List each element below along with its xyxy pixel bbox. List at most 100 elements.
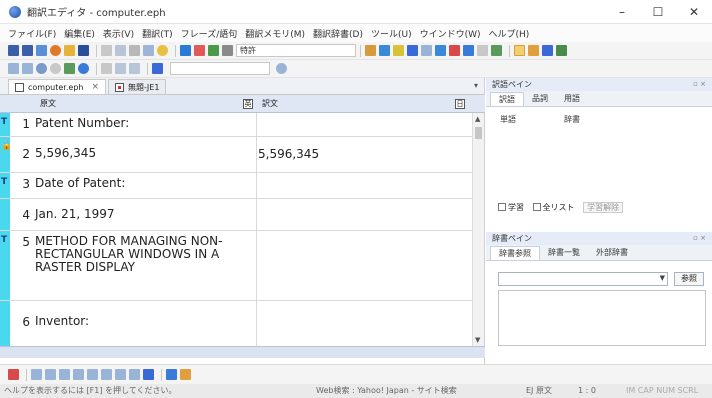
menu-file[interactable]: ファイル(F) xyxy=(8,27,56,40)
page-icon[interactable] xyxy=(101,63,112,74)
menu-tools[interactable]: ツール(U) xyxy=(371,27,412,40)
tab-terms[interactable]: 用語 xyxy=(556,92,588,106)
dictionary-search-combo[interactable]: ▼ xyxy=(498,272,668,286)
source-cell[interactable]: 5,596,345 xyxy=(35,137,257,172)
memory-icon[interactable] xyxy=(407,45,418,56)
segment-icon[interactable] xyxy=(87,369,98,380)
source-cell[interactable]: Inventor: xyxy=(35,301,257,346)
font-combo[interactable] xyxy=(170,62,270,75)
translate-selection-icon[interactable] xyxy=(194,45,205,56)
target-cell[interactable] xyxy=(258,199,470,208)
paste-icon[interactable] xyxy=(129,45,140,56)
table-row[interactable]: T 5 METHOD FOR MANAGING NON-RECTANGULAR … xyxy=(0,231,472,301)
tab-translation[interactable]: 訳語 xyxy=(490,91,524,106)
table-row[interactable]: 🔒 2 5,596,345 5,596,345 xyxy=(0,137,472,173)
bookmark-icon[interactable] xyxy=(64,63,75,74)
pane-pin-icon[interactable]: ▫ × xyxy=(693,78,706,91)
segment-icon[interactable] xyxy=(45,369,56,380)
menu-phrase[interactable]: フレーズ/語句 xyxy=(181,27,238,40)
target-language-badge[interactable]: 日 xyxy=(455,99,465,109)
layout-icon[interactable] xyxy=(491,45,502,56)
pause-icon[interactable] xyxy=(222,45,233,56)
print-icon[interactable] xyxy=(477,45,488,56)
unlearn-button[interactable]: 学習解除 xyxy=(583,202,624,213)
highlight-icon[interactable] xyxy=(393,45,404,56)
check-icon[interactable] xyxy=(463,45,474,56)
maximize-button[interactable]: ☐ xyxy=(640,0,676,24)
segment-icon[interactable] xyxy=(143,369,154,380)
lookup-icon[interactable] xyxy=(379,45,390,56)
forward-icon[interactable] xyxy=(22,63,33,74)
cut-icon[interactable] xyxy=(101,45,112,56)
split-view-icon[interactable] xyxy=(514,45,525,56)
menu-dictionary[interactable]: 翻訳辞書(D) xyxy=(313,27,363,40)
source-cell[interactable]: Jan. 21, 1997 xyxy=(35,199,257,230)
field-combo[interactable]: 特許 xyxy=(236,44,356,57)
globe-icon[interactable] xyxy=(50,45,61,56)
menu-help[interactable]: ヘルプ(H) xyxy=(489,27,530,40)
source-cell[interactable]: Date of Patent: xyxy=(35,173,257,198)
table-icon[interactable] xyxy=(115,63,126,74)
target-cell[interactable]: 5,596,345 xyxy=(258,137,470,161)
tab-external-dictionary[interactable]: 外部辞書 xyxy=(588,246,636,260)
save-icon[interactable] xyxy=(78,45,89,56)
marker-icon[interactable] xyxy=(180,369,191,380)
table-row[interactable]: T 1 Patent Number: xyxy=(0,113,472,137)
network-icon[interactable] xyxy=(556,45,567,56)
home-icon[interactable] xyxy=(78,63,89,74)
segment-icon[interactable] xyxy=(31,369,42,380)
segment-icon[interactable] xyxy=(129,369,140,380)
open-document-icon[interactable] xyxy=(22,45,33,56)
tab-close-button[interactable]: × xyxy=(91,82,99,92)
close-window-button[interactable]: ✕ xyxy=(676,0,712,24)
vertical-scrollbar[interactable]: ▲ ▼ xyxy=(472,113,484,346)
segment-icon[interactable] xyxy=(101,369,112,380)
alert-icon[interactable] xyxy=(8,369,19,380)
tab-dictionary-list[interactable]: 辞書一覧 xyxy=(540,246,588,260)
help-icon[interactable] xyxy=(157,45,168,56)
menu-window[interactable]: ウインドウ(W) xyxy=(420,27,481,40)
sync-icon[interactable] xyxy=(435,45,446,56)
chevron-down-icon[interactable]: ▼ xyxy=(660,274,665,282)
tab-dictionary-reference[interactable]: 辞書参照 xyxy=(490,245,540,260)
target-cell[interactable] xyxy=(258,301,470,315)
segment-icon[interactable] xyxy=(115,369,126,380)
learn-checkbox[interactable] xyxy=(498,203,506,211)
menu-translate[interactable]: 翻訳(T) xyxy=(142,27,173,40)
menu-view[interactable]: 表示(V) xyxy=(103,27,134,40)
options-icon[interactable] xyxy=(152,63,163,74)
dictionary-icon[interactable] xyxy=(528,45,539,56)
menu-memory[interactable]: 翻訳メモリ(M) xyxy=(245,27,305,40)
source-language-badge[interactable]: 英 xyxy=(243,99,253,109)
copy-icon[interactable] xyxy=(115,45,126,56)
segment-icon[interactable] xyxy=(59,369,70,380)
tab-part-of-speech[interactable]: 品詞 xyxy=(524,92,556,106)
stop-icon[interactable] xyxy=(50,63,61,74)
zoom-icon[interactable] xyxy=(276,63,287,74)
table-row[interactable]: 4 Jan. 21, 1997 xyxy=(0,199,472,231)
chevron-down-icon[interactable]: ▾ xyxy=(474,81,478,90)
translate-all-icon[interactable] xyxy=(208,45,219,56)
pane-pin-icon[interactable]: ▫ × xyxy=(693,232,706,245)
font-icon[interactable] xyxy=(166,369,177,380)
horizontal-scrollbar[interactable] xyxy=(0,346,485,358)
back-icon[interactable] xyxy=(8,63,19,74)
target-cell[interactable] xyxy=(258,231,470,235)
all-list-checkbox[interactable] xyxy=(532,203,541,211)
target-cell[interactable] xyxy=(258,113,470,117)
scroll-thumb[interactable] xyxy=(475,127,482,139)
menu-edit[interactable]: 編集(E) xyxy=(64,27,95,40)
tab-computer-eph[interactable]: computer.eph × xyxy=(8,79,107,94)
window-icon[interactable] xyxy=(542,45,553,56)
compare-icon[interactable] xyxy=(421,45,432,56)
table-row[interactable]: 6 Inventor: xyxy=(0,301,472,346)
table-row[interactable]: T 3 Date of Patent: xyxy=(0,173,472,199)
new-document-icon[interactable] xyxy=(8,45,19,56)
lookup-button[interactable]: 参照 xyxy=(674,272,704,286)
target-cell[interactable] xyxy=(258,173,470,177)
register-word-icon[interactable] xyxy=(365,45,376,56)
heart-icon[interactable] xyxy=(449,45,460,56)
source-cell[interactable]: Patent Number: xyxy=(35,113,257,136)
play-translate-icon[interactable] xyxy=(180,45,191,56)
undo-icon[interactable] xyxy=(143,45,154,56)
